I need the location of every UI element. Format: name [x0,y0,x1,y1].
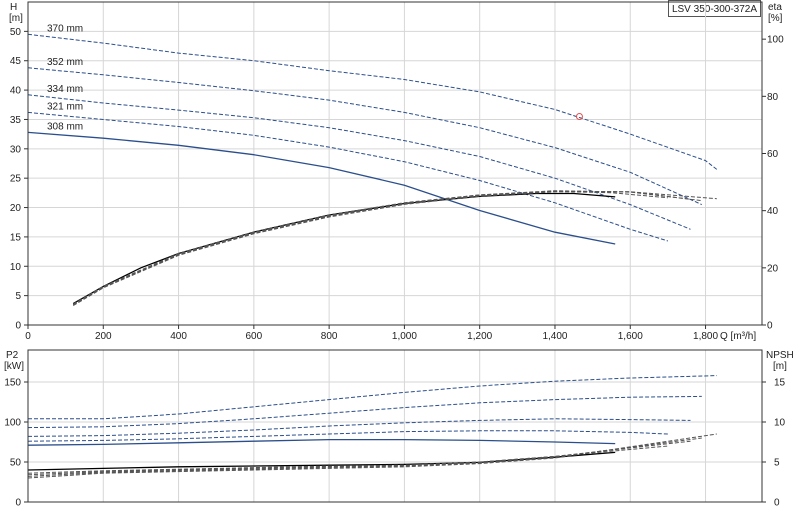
impeller-diameter-label: 352 mm [47,57,83,68]
power-curve-p2-352-mm [27,395,702,429]
y-tick-label: 45 [10,56,22,67]
axis-labels: H[m]eta[%]Q [m³/h]P2[kW]NPSH[m] [4,2,794,372]
x-tick-label: 1,400 [542,331,567,342]
eta-tick-label: 40 [767,206,779,217]
y-tick-label: 0 [15,321,21,332]
y-tick-label: 20 [10,203,22,214]
pump-performance-chart: 370 mm352 mm334 mm321 mm308 mm 0 200 400 60… [4,1,794,509]
eta-curve-eta-370-mm [72,191,717,307]
eta-axis-title: eta [768,2,782,13]
npsh-curve-npsh-321-mm [27,445,668,474]
x-tick-label: 1,200 [467,331,492,342]
p2-tick-label: 150 [4,378,21,389]
impeller-diameter-label: 308 mm [47,121,83,132]
power-curve-p2-308-mm [27,438,616,446]
x-tick-label: 1,000 [392,331,417,342]
npsh-curve-npsh-334-mm [27,440,691,476]
head-axis-unit: [m] [9,13,23,24]
p2-tick-label: 100 [4,418,21,429]
y-tick-label: 30 [10,144,22,155]
impeller-diameter-label: 321 mm [47,101,83,112]
impeller-diameter-label: 334 mm [47,84,83,95]
y-tick-label: 15 [10,232,22,243]
bottom-panel-grid [27,350,762,503]
bottom-panel-frame [27,349,763,503]
y-tick-label: 35 [10,115,22,126]
x-tick-label: 200 [95,331,112,342]
x-tick-label: 1,600 [618,331,643,342]
head-curve-321-mm [27,111,669,242]
npsh-tick-label: 0 [774,498,780,509]
eta-tick-label: 100 [767,35,784,46]
npsh-tick-label: 15 [774,378,786,389]
x-tick-label: 400 [170,331,187,342]
bottom-panel-curves [27,375,717,479]
npsh-tick-label: 5 [774,458,780,469]
duty-point-marker [575,113,583,121]
y-tick-label: 5 [15,291,21,302]
eta-tick-label: 0 [767,321,773,332]
top-panel-axes: 0 200 400 600 800 1,000 1,200 1,400 1,600 1,80005… [10,1,784,342]
y-tick-label: 50 [10,27,22,38]
top-panel-frame [27,1,763,326]
bottom-panel-axes: 0 50 100 150 0 5 10 15 [4,349,786,509]
p2-tick-label: 0 [15,498,21,509]
power-axis-title: P2 [6,350,19,361]
eta-curve-eta-308-mm [72,192,616,305]
x-tick-label: 0 [25,331,31,342]
eta-tick-label: 60 [767,149,779,160]
flow-axis-title: Q [m³/h] [720,331,756,342]
npsh-curve-npsh-308-mm [27,451,616,471]
npsh-axis-unit: [m] [773,361,787,372]
eta-axis-unit: [%] [768,13,783,24]
top-panel-curves: 370 mm 352 mm 334 mm 321 mm 308 mm [27,23,718,307]
top-panel-grid [27,2,762,326]
npsh-axis-title: NPSH [766,350,794,361]
head-axis-title: H [10,2,17,13]
power-curve-p2-334-mm [27,418,691,437]
eta-tick-label: 20 [767,263,779,274]
x-tick-label: 1,800 [693,331,718,342]
power-axis-unit: [kW] [4,361,24,372]
p2-tick-label: 50 [10,458,22,469]
eta-curve-eta-352-mm [72,190,702,306]
x-tick-label: 600 [246,331,263,342]
head-curve-334-mm [27,94,691,230]
x-tick-label: 800 [321,331,338,342]
y-tick-label: 10 [10,262,22,273]
y-tick-label: 40 [10,86,22,97]
npsh-tick-label: 10 [774,418,786,429]
impeller-diameter-label: 370 mm [47,23,83,34]
eta-tick-label: 80 [767,92,779,103]
y-tick-label: 25 [10,174,22,185]
head-curve-352-mm [27,67,703,206]
